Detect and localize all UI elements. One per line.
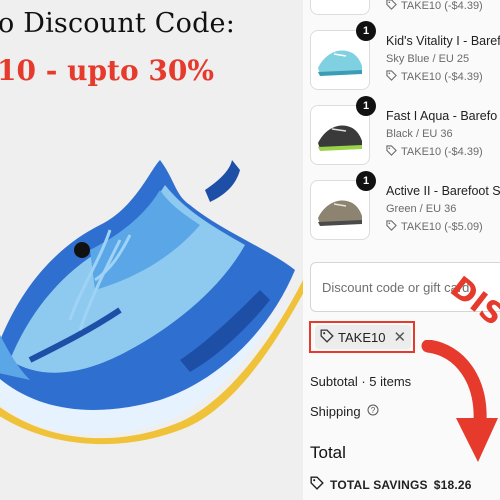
cart-item: 1 Active II - Barefoot S Green / EU 36 T… bbox=[310, 171, 500, 240]
applied-code-label: TAKE10 bbox=[338, 329, 386, 345]
shipping-row: Shipping ? bbox=[310, 404, 379, 419]
quantity-badge: 1 bbox=[356, 171, 376, 191]
tag-icon bbox=[386, 0, 397, 13]
savings-label: TOTAL SAVINGS bbox=[330, 477, 428, 492]
tag-icon bbox=[310, 476, 324, 493]
item-discount: TAKE10 (-$4.39) bbox=[386, 70, 483, 84]
item-variant: Green / EU 36 bbox=[386, 203, 457, 215]
help-circle-icon[interactable]: ? bbox=[367, 404, 379, 419]
quantity-badge: 1 bbox=[356, 21, 376, 41]
tag-icon bbox=[320, 329, 334, 346]
quantity-badge: 1 bbox=[356, 96, 376, 116]
savings-value: $18.26 bbox=[433, 477, 472, 492]
promo-title: o Discount Code: bbox=[0, 8, 236, 39]
arrow-down-icon bbox=[420, 339, 500, 470]
cart-item: 1 Fast I Aqua - Barefo Black / EU 36 TAK… bbox=[310, 96, 500, 165]
item-variant: Black / EU 36 bbox=[386, 128, 453, 140]
tag-icon bbox=[386, 145, 397, 159]
tag-icon bbox=[386, 70, 397, 84]
item-discount: TAKE10 (-$5.09) bbox=[386, 220, 483, 234]
item-name: Fast I Aqua - Barefo bbox=[386, 109, 498, 123]
item-discount: TAKE10 (-$4.39) bbox=[386, 145, 483, 159]
svg-text:?: ? bbox=[370, 406, 375, 415]
item-name: Active II - Barefoot S bbox=[386, 184, 500, 198]
shipping-label: Shipping bbox=[310, 404, 361, 419]
item-variant: Sky Blue / EU 25 bbox=[386, 53, 470, 65]
applied-code-tag: TAKE10 ✕ bbox=[315, 325, 412, 349]
item-thumbnail bbox=[310, 0, 370, 15]
subtotal-row: Subtotal · 5 items bbox=[310, 374, 412, 389]
subtotal-count: 5 items bbox=[369, 374, 412, 389]
item-discount: TAKE10 (-$4.39) bbox=[386, 0, 483, 13]
cart-item: 1 Kid's Vitality I - Barefo Sky Blue / E… bbox=[310, 21, 500, 90]
subtotal-label: Subtotal bbox=[310, 374, 358, 389]
applied-discount-chip: TAKE10 ✕ bbox=[309, 321, 415, 353]
total-savings-row: TOTAL SAVINGS $18.26 bbox=[310, 476, 472, 493]
item-name: Kid's Vitality I - Barefo bbox=[386, 34, 500, 48]
promo-panel: o Discount Code: 10 - upto 30% bbox=[0, 0, 303, 500]
promo-code-line: 10 - upto 30% bbox=[0, 54, 214, 87]
shoe-image bbox=[0, 130, 303, 460]
total-label: Total bbox=[310, 443, 346, 462]
close-icon[interactable]: ✕ bbox=[393, 330, 406, 345]
tag-icon bbox=[386, 220, 397, 234]
cart-item: TAKE10 (-$4.39) bbox=[310, 0, 500, 15]
